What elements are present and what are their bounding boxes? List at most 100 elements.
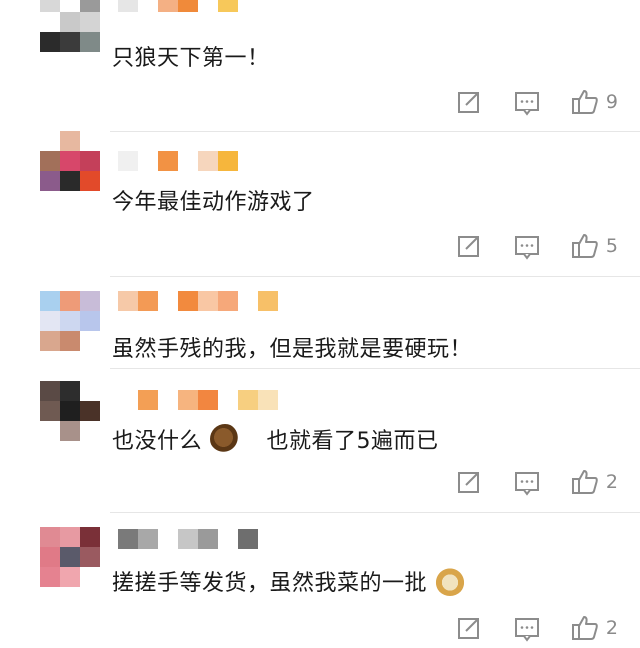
avatar-pixel	[40, 131, 60, 151]
like-count: 2	[605, 617, 618, 639]
avatar-pixel	[80, 567, 100, 587]
avatar-pixel	[40, 151, 60, 171]
divider	[110, 512, 640, 513]
avatar-pixel	[80, 331, 100, 351]
avatar-pixel	[60, 131, 80, 151]
comment-icon[interactable]	[512, 613, 542, 643]
avatar-pixel	[60, 381, 80, 401]
share-icon[interactable]	[454, 87, 484, 117]
comment-icon[interactable]	[512, 87, 542, 117]
avatar-pixel	[80, 547, 100, 567]
like-count: 5	[605, 235, 618, 257]
avatar-pixel	[60, 291, 80, 311]
share-icon[interactable]	[454, 231, 484, 261]
thumbs-up-icon[interactable]	[570, 87, 600, 117]
comment-actions: 9	[426, 87, 618, 117]
username-pixel	[258, 291, 278, 311]
doge-emoji-icon	[434, 566, 465, 596]
username-pixel	[238, 291, 258, 311]
username-pixel	[218, 0, 238, 12]
avatar-pixel	[60, 401, 80, 421]
username-pixel	[178, 151, 198, 171]
username[interactable]	[118, 390, 278, 410]
divider	[110, 368, 640, 369]
username-pixel	[158, 0, 178, 12]
username-pixel	[118, 291, 138, 311]
thumbs-up-icon[interactable]	[570, 613, 600, 643]
avatar[interactable]	[40, 381, 100, 441]
username-pixel	[138, 390, 158, 410]
username-pixel	[158, 151, 178, 171]
username-pixel	[178, 291, 198, 311]
avatar-pixel	[60, 151, 80, 171]
username[interactable]	[118, 0, 238, 12]
username[interactable]	[118, 291, 278, 311]
avatar-pixel	[40, 291, 60, 311]
username-pixel	[238, 529, 258, 549]
avatar-pixel	[60, 421, 80, 441]
comment-text: 也没什么 也就看了5遍而已	[112, 424, 439, 457]
avatar-pixel	[60, 0, 80, 12]
divider	[110, 131, 640, 132]
avatar-pixel	[80, 171, 100, 191]
avatar-pixel	[80, 421, 100, 441]
divider	[110, 276, 640, 277]
avatar-pixel	[80, 527, 100, 547]
comment-icon[interactable]	[512, 467, 542, 497]
avatar-pixel	[60, 567, 80, 587]
username-pixel	[118, 529, 138, 549]
username-pixel	[118, 0, 138, 12]
username-pixel	[178, 390, 198, 410]
comment-text: 搓搓手等发货，虽然我菜的一批	[112, 566, 465, 599]
like-count: 2	[605, 471, 618, 493]
avatar[interactable]	[40, 527, 100, 587]
comment-text: 只狼天下第一！	[112, 46, 270, 71]
avatar[interactable]	[40, 0, 100, 52]
avatar-pixel	[40, 421, 60, 441]
avatar-pixel	[40, 311, 60, 331]
avatar-pixel	[40, 401, 60, 421]
avatar[interactable]	[40, 291, 100, 351]
share-icon[interactable]	[454, 613, 484, 643]
avatar-pixel	[60, 171, 80, 191]
avatar-pixel	[80, 0, 100, 12]
username[interactable]	[118, 529, 258, 549]
username-pixel	[158, 390, 178, 410]
avatar-pixel	[40, 171, 60, 191]
avatar-pixel	[40, 32, 60, 52]
username-pixel	[218, 390, 238, 410]
username-pixel	[198, 390, 218, 410]
avatar-pixel	[40, 12, 60, 32]
username-pixel	[218, 529, 238, 549]
avatar-pixel	[80, 131, 100, 151]
username-pixel	[198, 291, 218, 311]
comment-actions: 5	[426, 231, 618, 261]
username-pixel	[178, 529, 198, 549]
avatar-pixel	[60, 547, 80, 567]
share-icon[interactable]	[454, 467, 484, 497]
comment-actions: 2	[426, 467, 618, 497]
avatar-pixel	[40, 0, 60, 12]
avatar-pixel	[80, 151, 100, 171]
avatar-pixel	[40, 381, 60, 401]
username-pixel	[138, 151, 158, 171]
avatar-pixel	[80, 311, 100, 331]
comment-actions: 2	[426, 613, 618, 643]
comment-text: 虽然手残的我，但是我就是要硬玩！	[112, 337, 473, 362]
username-pixel	[238, 390, 258, 410]
username-pixel	[198, 529, 218, 549]
avatar-pixel	[60, 331, 80, 351]
username-pixel	[178, 0, 198, 12]
username-pixel	[218, 291, 238, 311]
thumbs-up-icon[interactable]	[570, 231, 600, 261]
comment-icon[interactable]	[512, 231, 542, 261]
username-pixel	[118, 151, 138, 171]
avatar[interactable]	[40, 131, 100, 191]
username-pixel	[158, 291, 178, 311]
username-pixel	[218, 151, 238, 171]
avatar-pixel	[60, 311, 80, 331]
avatar-pixel	[40, 567, 60, 587]
like-count: 9	[605, 91, 618, 113]
thumbs-up-icon[interactable]	[570, 467, 600, 497]
username[interactable]	[118, 151, 238, 171]
